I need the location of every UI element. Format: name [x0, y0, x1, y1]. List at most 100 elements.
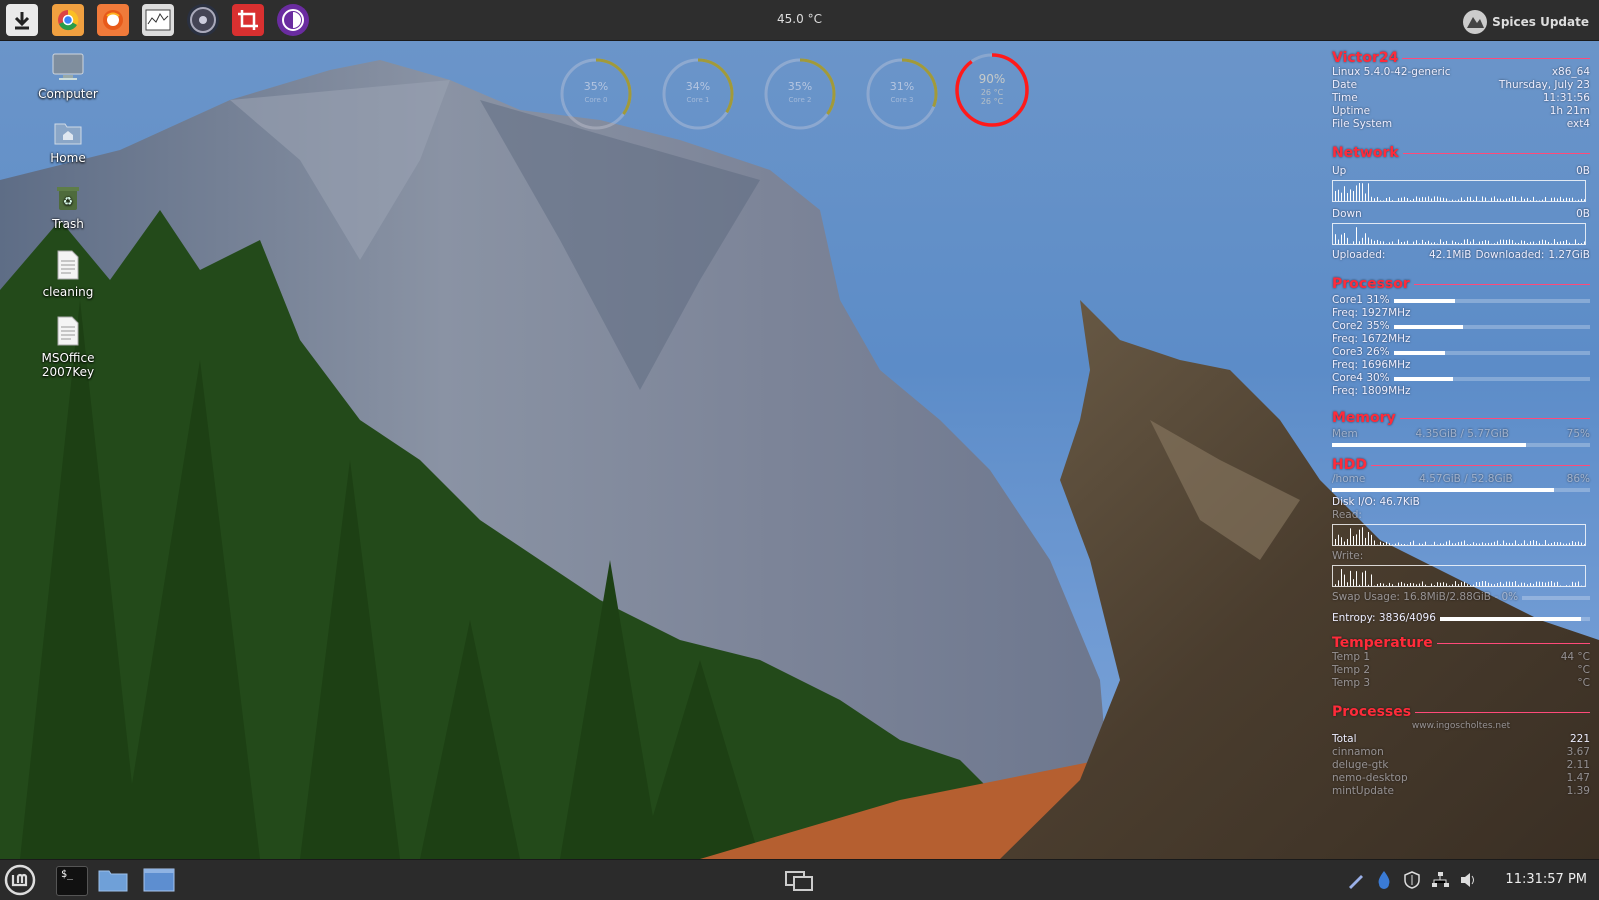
trash-icon: ♻ — [23, 184, 113, 215]
hdd-pct: 86% — [1567, 473, 1590, 486]
desktop-icon-msoffice[interactable]: MSOffice 2007Key — [23, 316, 113, 379]
computer-icon — [23, 52, 113, 85]
ring-percent: 35% — [584, 80, 608, 93]
temperature-title: Temperature — [1332, 635, 1433, 651]
desktop-icon-label: MSOffice 2007Key — [23, 351, 113, 379]
volume-icon[interactable] — [1459, 871, 1477, 889]
core-freq: Freq: 1809MHz — [1332, 385, 1411, 398]
ring-label-2: 26 °C — [981, 97, 1004, 106]
clock[interactable]: 11:31:57 PM — [1505, 872, 1587, 887]
show-desktop-launcher[interactable] — [143, 868, 175, 896]
hdd-mount: /home — [1332, 473, 1365, 486]
workspace-switcher[interactable] — [784, 870, 814, 896]
desktop-icon-trash[interactable]: ♻ Trash — [23, 184, 113, 231]
desktop-icon-label: Home — [23, 151, 113, 165]
ring-label: Core 3 — [891, 96, 914, 104]
temperature-applet[interactable]: 45.0 °C — [0, 12, 1599, 26]
memory-title: Memory — [1332, 410, 1396, 426]
hdd-header: HDD — [1332, 457, 1590, 473]
svg-text:♻: ♻ — [63, 195, 73, 208]
core-bar — [1394, 299, 1455, 303]
proc-total-label: Total — [1332, 733, 1357, 746]
files-launcher[interactable] — [98, 868, 128, 896]
core-label: Core3 26% — [1332, 346, 1394, 359]
proc-total: 221 — [1570, 733, 1590, 746]
mem-pct: 75% — [1567, 428, 1590, 441]
sys-uptime-label: Uptime — [1332, 105, 1370, 118]
processor-title: Processor — [1332, 276, 1410, 292]
proc-name: cinnamon — [1332, 746, 1384, 759]
entropy: Entropy: 3836/4096 — [1332, 612, 1436, 625]
sys-time-value: 11:31:56 — [1543, 92, 1590, 105]
sys-date-value: Thursday, July 23 — [1499, 79, 1590, 92]
drop-icon[interactable] — [1375, 870, 1393, 890]
sys-uptime-value: 1h 21m — [1550, 105, 1590, 118]
swap-usage: Swap Usage: 16.8MiB/2.88GiB - 0% — [1332, 591, 1518, 604]
disk-read-label: Read: — [1332, 509, 1362, 522]
ring-label: Core 1 — [687, 96, 710, 104]
desktop-icon-label: cleaning — [23, 285, 113, 299]
disk-io: Disk I/O: 46.7KiB — [1332, 496, 1420, 509]
spices-update-icon — [1462, 9, 1488, 35]
desktop-icon-home[interactable]: Home — [23, 118, 113, 165]
host-name: Victor24 — [1332, 50, 1398, 66]
top-panel: 45.0 °C Spices Update — [0, 0, 1599, 41]
network-title: Network — [1332, 145, 1399, 161]
disk-read-graph — [1332, 524, 1586, 546]
conky-system-monitor: Victor24 Linux 5.4.0-42-genericx86_64 Da… — [1332, 50, 1590, 798]
spices-update-applet[interactable]: Spices Update — [1462, 9, 1589, 35]
network-icon[interactable] — [1431, 871, 1449, 889]
conky-host-header: Victor24 — [1332, 50, 1590, 66]
hdd-bar — [1332, 488, 1554, 492]
proc-cpu: 1.47 — [1567, 772, 1590, 785]
wallpaper-watermark: www.ingoscholtes.net — [1412, 720, 1510, 733]
sys-time-label: Time — [1332, 92, 1358, 105]
desktop-icon-label: Trash — [23, 217, 113, 231]
upload-graph — [1332, 180, 1586, 202]
terminal-icon: $_ — [61, 869, 73, 880]
proc-cpu: 3.67 — [1567, 746, 1590, 759]
net-up-value: 0B — [1576, 165, 1590, 178]
memory-bar — [1332, 443, 1526, 447]
mem-label: Mem — [1332, 428, 1358, 441]
cpu-ring-core3: 31% Core 3 — [864, 56, 940, 132]
downloaded-value: 1.27GiB — [1548, 249, 1590, 262]
core-bar — [1394, 351, 1445, 355]
processes-header: Processes — [1332, 704, 1590, 720]
ring-label: Core 2 — [789, 96, 812, 104]
text-file-icon — [23, 316, 113, 349]
folder-icon — [98, 868, 128, 892]
processor-header: Processor — [1332, 276, 1590, 292]
pen-icon[interactable] — [1347, 871, 1365, 889]
desktop-icon-computer[interactable]: Computer — [23, 52, 113, 101]
core-freq: Freq: 1927MHz — [1332, 307, 1411, 320]
desktop-icon-label: Computer — [23, 87, 113, 101]
mint-logo-icon — [4, 864, 36, 896]
core-freq: Freq: 1672MHz — [1332, 333, 1411, 346]
menu-button[interactable] — [4, 864, 36, 900]
network-header: Network — [1332, 145, 1590, 161]
desktop-window-icon — [143, 868, 175, 892]
core-label: Core1 31% — [1332, 294, 1394, 307]
sys-fs-value: ext4 — [1567, 118, 1590, 131]
core-freq: Freq: 1696MHz — [1332, 359, 1411, 372]
spices-update-label: Spices Update — [1492, 15, 1589, 29]
mem-used: 4.35GiB / 5.77GiB — [1415, 428, 1509, 441]
downloaded-label: Downloaded: — [1476, 249, 1545, 262]
proc-name: mintUpdate — [1332, 785, 1394, 798]
temp-label: Temp 3 — [1332, 677, 1370, 690]
ring-label: Core 0 — [585, 96, 608, 104]
proc-name: deluge-gtk — [1332, 759, 1388, 772]
desktop-icon-cleaning[interactable]: cleaning — [23, 250, 113, 299]
disk-write-label: Write: — [1332, 550, 1363, 563]
uploaded-label: Uploaded: — [1332, 249, 1385, 262]
temperature-header: Temperature — [1332, 635, 1590, 651]
entropy-bar — [1440, 617, 1581, 621]
shield-icon[interactable] — [1403, 871, 1421, 889]
ring-label: 26 °C — [981, 88, 1004, 97]
terminal-launcher[interactable]: $_ — [56, 866, 88, 896]
temp-value: 44 °C — [1561, 651, 1590, 664]
core-label: Core4 30% — [1332, 372, 1394, 385]
home-folder-icon — [23, 118, 113, 149]
hdd-used: 4.57GiB / 52.8GiB — [1419, 473, 1513, 486]
